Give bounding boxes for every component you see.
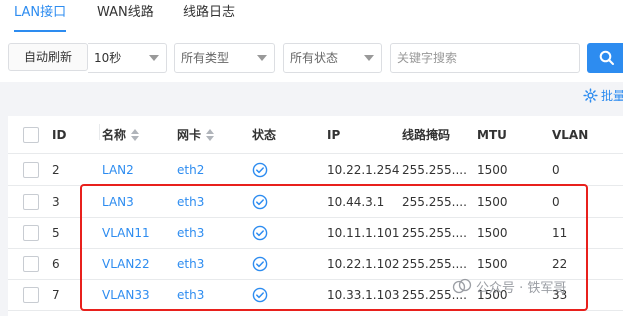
row-name-link[interactable]: LAN3 <box>102 186 177 217</box>
search-button[interactable] <box>587 43 623 73</box>
column-header-mask: 线路掩码 <box>402 128 451 142</box>
search-icon <box>599 50 614 65</box>
watermark-text: 公众号 · 铁军哥 <box>476 281 567 296</box>
row-ip: 10.22.1.254 <box>327 162 400 177</box>
row-checkbox[interactable] <box>23 193 39 210</box>
row-nic-link[interactable]: eth3 <box>177 186 252 217</box>
select-all-checkbox[interactable] <box>23 126 39 143</box>
row-ip: 10.22.1.102 <box>327 256 400 271</box>
status-filter-value: 所有状态 <box>290 51 339 65</box>
toolbar: 自动刷新 10秒 所有类型 所有状态 <box>0 32 623 82</box>
row-checkbox[interactable] <box>23 161 39 178</box>
row-mask: 255.255.... <box>402 194 467 209</box>
row-mask: 255.255.... <box>402 256 467 271</box>
type-filter-value: 所有类型 <box>181 51 230 65</box>
table-row[interactable]: 3 LAN3 eth3 10.44.3.1 255.255.... 1500 0 <box>8 186 623 218</box>
status-ok-icon <box>252 287 268 302</box>
column-header-name: 名称 <box>102 128 127 142</box>
column-header-vlan: VLAN <box>552 127 589 142</box>
wechat-official-account-icon <box>452 278 472 294</box>
row-nic-link[interactable]: eth3 <box>177 248 252 279</box>
status-ok-icon <box>252 225 268 240</box>
row-mask: 255.255.... <box>402 225 467 240</box>
sort-icon[interactable] <box>206 128 215 141</box>
row-name-link[interactable]: VLAN22 <box>102 248 177 279</box>
auto-refresh-button[interactable]: 自动刷新 <box>8 43 88 71</box>
row-mtu: 1500 <box>477 162 508 177</box>
row-id: 5 <box>52 225 60 240</box>
row-checkbox[interactable] <box>23 224 39 241</box>
refresh-interval-select[interactable]: 10秒 <box>88 43 167 73</box>
row-checkbox[interactable] <box>23 255 39 272</box>
table-row[interactable]: 6 VLAN22 eth3 10.22.1.102 255.255.... 15… <box>8 248 623 280</box>
row-nic-link[interactable]: eth2 <box>177 154 252 185</box>
tab-line-log[interactable]: 线路日志 <box>183 5 235 27</box>
row-ip: 10.11.1.101 <box>327 225 400 240</box>
row-vlan: 0 <box>552 162 560 177</box>
row-mtu: 1500 <box>477 225 508 240</box>
row-mtu: 1500 <box>477 256 508 271</box>
row-ip: 10.44.3.1 <box>327 194 385 209</box>
column-header-id: ID <box>52 127 67 142</box>
chevron-down-icon <box>257 55 267 61</box>
row-checkbox[interactable] <box>23 286 39 303</box>
row-id: 6 <box>52 256 60 271</box>
row-nic-link[interactable]: eth3 <box>177 279 252 310</box>
batch-label: 批量 <box>601 89 623 103</box>
tab-bar: LAN接口 WAN线路 线路日志 <box>0 0 623 33</box>
sort-icon[interactable] <box>131 128 140 141</box>
column-header-status: 状态 <box>252 128 277 142</box>
row-ip: 10.33.1.103 <box>327 287 400 302</box>
row-name-link[interactable]: LAN2 <box>102 154 177 185</box>
keyword-search-input[interactable] <box>390 43 580 73</box>
tab-lan-interface[interactable]: LAN接口 <box>14 5 67 32</box>
type-filter-select[interactable]: 所有类型 <box>174 43 275 73</box>
row-id: 7 <box>52 287 60 302</box>
row-name-link[interactable]: VLAN11 <box>102 217 177 248</box>
row-vlan: 11 <box>552 225 568 240</box>
tab-wan-lines[interactable]: WAN线路 <box>97 5 154 27</box>
refresh-interval-value: 10秒 <box>94 51 122 65</box>
chevron-down-icon <box>364 55 374 61</box>
column-header-nic: 网卡 <box>177 128 202 142</box>
status-ok-icon <box>252 194 268 209</box>
row-id: 3 <box>52 194 60 209</box>
column-header-ip: IP <box>327 127 341 142</box>
row-mask: 255.255.... <box>402 162 467 177</box>
row-vlan: 0 <box>552 194 560 209</box>
row-mtu: 1500 <box>477 194 508 209</box>
row-vlan: 22 <box>552 256 568 271</box>
row-nic-link[interactable]: eth3 <box>177 217 252 248</box>
row-id: 2 <box>52 162 60 177</box>
status-ok-icon <box>252 256 268 271</box>
row-name-link[interactable]: VLAN33 <box>102 279 177 310</box>
table-row[interactable]: 5 VLAN11 eth3 10.11.1.101 255.255.... 15… <box>8 217 623 249</box>
chevron-down-icon <box>149 55 159 61</box>
status-ok-icon <box>252 162 268 177</box>
column-header-mtu: MTU <box>477 127 507 142</box>
gear-icon <box>583 88 598 103</box>
status-filter-select[interactable]: 所有状态 <box>283 43 382 73</box>
table-header-row: ID 名称 网卡 状态 IP 线路掩码 MTU VLAN <box>8 116 623 154</box>
table-row[interactable]: 2 LAN2 eth2 10.22.1.254 255.255.... 1500… <box>8 154 623 186</box>
